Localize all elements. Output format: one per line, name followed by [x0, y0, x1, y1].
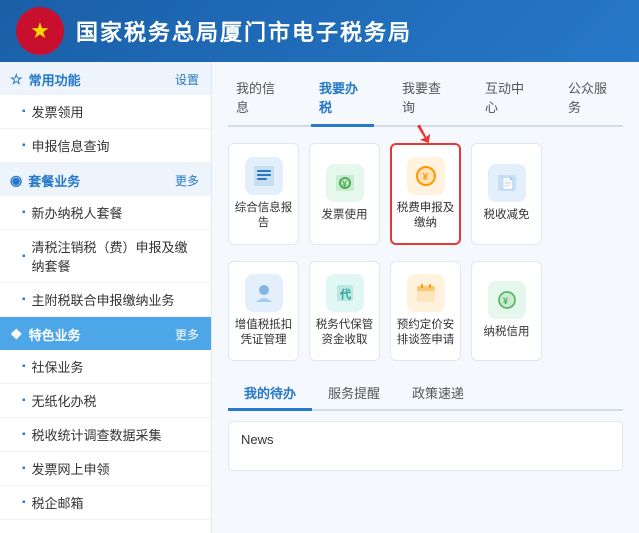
credit-label: 纳税信用 — [484, 325, 530, 340]
sidebar-item-stats-collect[interactable]: 税收统计调查数据采集 — [0, 418, 211, 452]
package-icon: ◉ — [10, 172, 22, 189]
svg-text:¥: ¥ — [342, 179, 347, 189]
svg-text:¥: ¥ — [503, 296, 508, 306]
header-logo — [16, 7, 64, 55]
icon-invoice-use[interactable]: ¥ 发票使用 — [309, 143, 380, 245]
sidebar-item-invoice-use[interactable]: 发票领用 — [0, 95, 211, 129]
tab-pending[interactable]: 我的待办 — [228, 377, 312, 411]
icon-grid-row2: 增值税抵扣凭证管理 代 税务代保管资金收取 预约定价安排谈签申请 ¥ — [228, 261, 623, 361]
icon-tax-reduce[interactable]: 📄 税收减免 — [471, 143, 542, 245]
tax-reduce-icon: 📄 — [488, 164, 526, 202]
tab-interact[interactable]: 互动中心 — [477, 74, 540, 127]
tab-public[interactable]: 公众服务 — [560, 74, 623, 127]
package-more-link[interactable]: 更多 — [175, 172, 199, 189]
bottom-tabs: 我的待办 服务提醒 政策速递 — [228, 377, 623, 411]
sidebar-section-special-title: ❖ 特色业务 — [10, 325, 81, 344]
sidebar-item-tax-cancel[interactable]: 清税注销税（费）申报及缴纳套餐 — [0, 230, 211, 283]
sidebar-section-common: ☆ 常用功能 设置 — [0, 62, 211, 95]
sidebar-item-new-taxpayer[interactable]: 新办纳税人套餐 — [0, 196, 211, 230]
common-icon: ☆ — [10, 71, 23, 88]
sidebar-item-declare-query[interactable]: 申报信息查询 — [0, 129, 211, 163]
sidebar-item-social-security[interactable]: 社保业务 — [0, 350, 211, 384]
icon-grid-row1: 综合信息报告 ¥ 发票使用 ➘ ¥ 税费申报及缴纳 📄 — [228, 143, 623, 245]
tax-reduce-label: 税收减免 — [484, 208, 530, 223]
tab-my-work[interactable]: 我要办税 — [311, 74, 374, 127]
layout: ☆ 常用功能 设置 发票领用 申报信息查询 ◉ 套餐业务 更多 新办纳税人套餐 … — [0, 62, 639, 533]
tax-declare-icon: ¥ — [407, 157, 445, 195]
sidebar-item-tax-mailbox[interactable]: 税企邮箱 — [0, 486, 211, 520]
tab-my-info[interactable]: 我的信息 — [228, 74, 291, 127]
appointment-icon — [407, 274, 445, 312]
main-content: 我的信息 我要办税 我要查询 互动中心 公众服务 综合信息报告 ¥ 发票使用 — [212, 62, 639, 533]
sidebar-section-package-title: ◉ 套餐业务 — [10, 171, 80, 190]
credit-icon: ¥ — [488, 281, 526, 319]
tax-agent-icon: 代 — [326, 274, 364, 312]
svg-text:代: 代 — [339, 287, 351, 301]
sidebar-item-paperless[interactable]: 无纸化办税 — [0, 384, 211, 418]
common-setting-link[interactable]: 设置 — [175, 71, 199, 88]
news-area: News — [228, 421, 623, 471]
icon-tax-declare[interactable]: ➘ ¥ 税费申报及缴纳 — [390, 143, 461, 245]
invoice-use-label: 发票使用 — [322, 208, 368, 223]
tab-my-query[interactable]: 我要查询 — [394, 74, 457, 127]
icon-empty2 — [552, 261, 623, 361]
sidebar-section-package: ◉ 套餐业务 更多 — [0, 163, 211, 196]
svg-text:📄: 📄 — [501, 177, 515, 190]
appointment-label: 预约定价安排谈签申请 — [395, 318, 456, 348]
header-title: 国家税务总局厦门市电子税务局 — [76, 15, 412, 47]
comprehensive-report-label: 综合信息报告 — [233, 201, 294, 231]
icon-credit[interactable]: ¥ 纳税信用 — [471, 261, 542, 361]
icon-comprehensive-report[interactable]: 综合信息报告 — [228, 143, 299, 245]
tax-declare-label: 税费申报及缴纳 — [396, 201, 455, 231]
icon-empty1 — [552, 143, 623, 245]
news-label: News — [241, 432, 274, 447]
main-tabs: 我的信息 我要办税 我要查询 互动中心 公众服务 — [228, 74, 623, 127]
tab-service-remind[interactable]: 服务提醒 — [312, 377, 396, 411]
special-more-link[interactable]: 更多 — [175, 326, 199, 343]
sidebar-item-invoice-online[interactable]: 发票网上申领 — [0, 452, 211, 486]
vat-manage-label: 增值税抵扣凭证管理 — [233, 318, 294, 348]
tab-policy[interactable]: 政策速递 — [396, 377, 480, 411]
header: 国家税务总局厦门市电子税务局 — [0, 0, 639, 62]
icon-vat-manage[interactable]: 增值税抵扣凭证管理 — [228, 261, 299, 361]
sidebar-section-special: ❖ 特色业务 更多 — [0, 317, 211, 350]
invoice-use-icon: ¥ — [326, 164, 364, 202]
comprehensive-report-icon — [245, 157, 283, 195]
sidebar-item-main-sub-tax[interactable]: 主附税联合申报缴纳业务 — [0, 283, 211, 317]
vat-manage-icon — [245, 274, 283, 312]
icon-tax-agent[interactable]: 代 税务代保管资金收取 — [309, 261, 380, 361]
special-icon: ❖ — [10, 326, 23, 343]
sidebar: ☆ 常用功能 设置 发票领用 申报信息查询 ◉ 套餐业务 更多 新办纳税人套餐 … — [0, 62, 212, 533]
sidebar-section-common-title: ☆ 常用功能 — [10, 70, 81, 89]
tax-agent-label: 税务代保管资金收取 — [314, 318, 375, 348]
svg-text:¥: ¥ — [422, 172, 428, 183]
icon-appointment[interactable]: 预约定价安排谈签申请 — [390, 261, 461, 361]
